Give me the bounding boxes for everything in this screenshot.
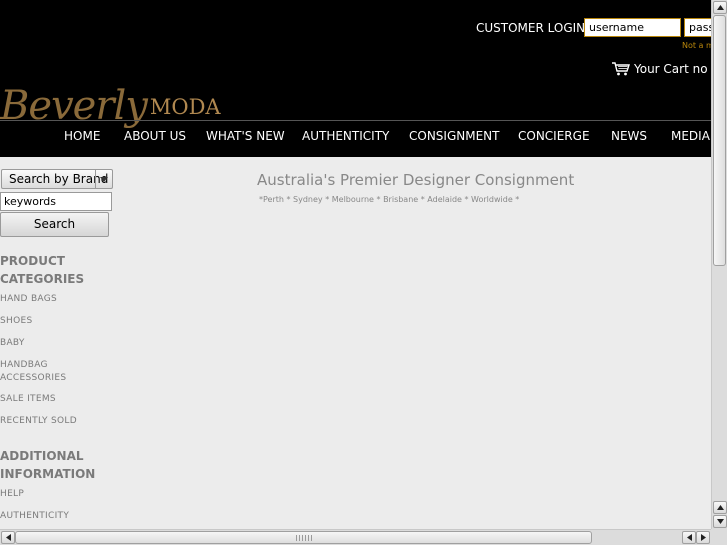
triangle-down-icon bbox=[95, 170, 112, 188]
nav-news[interactable]: NEWS bbox=[611, 129, 647, 143]
category-baby[interactable]: BABY bbox=[0, 337, 110, 350]
brand-search-select[interactable]: Search by Brand bbox=[1, 169, 113, 189]
arrow-down-icon[interactable] bbox=[713, 515, 727, 528]
additional-information-heading-2: INFORMATION bbox=[0, 467, 96, 481]
password-input[interactable]: password bbox=[684, 18, 711, 37]
nav-home[interactable]: HOME bbox=[64, 129, 100, 143]
category-hand-bags[interactable]: HAND BAGS bbox=[0, 293, 110, 306]
product-categories-heading-1: PRODUCT bbox=[0, 254, 65, 268]
category-sale-items[interactable]: SALE ITEMS bbox=[0, 393, 110, 406]
nav-concierge[interactable]: CONCIERGE bbox=[518, 129, 590, 143]
horizontal-scrollbar[interactable] bbox=[0, 529, 711, 545]
shopping-cart-icon bbox=[612, 62, 630, 76]
keywords-input[interactable]: keywords bbox=[0, 192, 112, 211]
additional-information-heading-1: ADDITIONAL bbox=[0, 449, 84, 463]
category-recently-sold[interactable]: RECENTLY SOLD bbox=[0, 415, 110, 428]
not-member-link[interactable]: Not a member? bbox=[682, 41, 711, 50]
brand-select-value: Search by Brand bbox=[9, 172, 109, 186]
scrollbar-corner bbox=[711, 529, 727, 545]
username-input[interactable]: username bbox=[584, 18, 681, 37]
arrow-up-icon[interactable] bbox=[713, 1, 727, 14]
product-categories-heading-2: CATEGORIES bbox=[0, 272, 85, 286]
grip-icon bbox=[295, 535, 312, 541]
nav-about-us[interactable]: ABOUT US bbox=[124, 129, 186, 143]
horizontal-scroll-thumb[interactable] bbox=[15, 531, 592, 544]
nav-media[interactable]: MEDIA bbox=[671, 129, 710, 143]
logo-moda-text: MODA bbox=[149, 95, 221, 119]
arrow-left-icon[interactable] bbox=[682, 531, 696, 544]
nav-consignment[interactable]: CONSIGNMENT bbox=[409, 129, 499, 143]
page-viewport: CUSTOMER LOGIN username password Not a m… bbox=[0, 0, 711, 529]
nav-divider bbox=[0, 120, 711, 121]
arrow-left-icon[interactable] bbox=[1, 531, 15, 544]
locations-text: *Perth * Sydney * Melbourne * Brisbane *… bbox=[259, 195, 520, 204]
category-handbag-accessories[interactable]: ACCESSORIES bbox=[0, 372, 110, 385]
category-shoes[interactable]: SHOES bbox=[0, 315, 110, 328]
info-help[interactable]: HELP bbox=[0, 488, 110, 501]
nav-authenticity[interactable]: AUTHENTICITY bbox=[302, 129, 389, 143]
vertical-scrollbar[interactable] bbox=[711, 0, 727, 529]
customer-login-label: CUSTOMER LOGIN bbox=[476, 21, 586, 35]
cart-text: Your Cart no items bbox=[634, 62, 711, 76]
logo-script-text: Beverly bbox=[0, 83, 148, 129]
arrow-right-icon[interactable] bbox=[696, 531, 710, 544]
tagline-heading: Australia's Premier Designer Consignment bbox=[257, 171, 575, 189]
vertical-scroll-thumb[interactable] bbox=[713, 15, 726, 266]
site-logo[interactable]: Beverly MODA bbox=[0, 74, 221, 130]
info-authenticity[interactable]: AUTHENTICITY bbox=[0, 510, 110, 523]
nav-whats-new[interactable]: WHAT'S NEW bbox=[206, 129, 285, 143]
search-button[interactable]: Search bbox=[0, 212, 109, 237]
category-handbag-line1[interactable]: HANDBAG bbox=[0, 359, 110, 372]
cart-link[interactable]: Your Cart no items bbox=[612, 61, 711, 77]
arrow-up-icon[interactable] bbox=[713, 501, 727, 514]
site-header: CUSTOMER LOGIN username password Not a m… bbox=[0, 0, 711, 157]
